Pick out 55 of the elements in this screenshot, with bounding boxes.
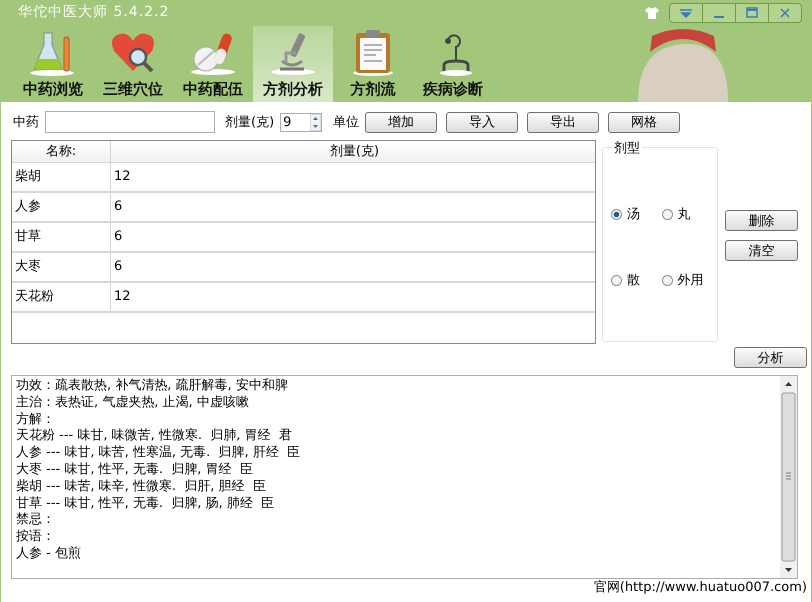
column-header: 剂量(克) xyxy=(328,143,380,161)
result-line: 人参 --- 味甘, 味苦, 性寒温, 无毒. 归脾, 肝经 臣 xyxy=(16,445,302,462)
table-cell-text: 12 xyxy=(113,168,132,186)
table-cell: 天花粉 xyxy=(12,283,111,311)
result-line: 主治：表热证, 气虚夹热, 止渴, 中虚咳嗽 xyxy=(16,394,250,412)
table-cell-text: 6 xyxy=(113,228,124,246)
table-cell-text: 6 xyxy=(113,198,124,216)
dose-label: 剂量(克) xyxy=(225,114,274,131)
table-cell-text: 6 xyxy=(113,258,124,276)
radio-button[interactable] xyxy=(662,274,672,286)
result-line: 甘草 --- 味甘, 性平, 无毒. 归脾, 肠, 肺经 臣 xyxy=(16,496,276,512)
result-line: 按语： xyxy=(16,529,56,546)
table-cell: 柴胡 xyxy=(12,163,111,191)
table-cell: 人参 xyxy=(12,193,111,221)
nav-tab[interactable]: 中药配伍 xyxy=(173,26,253,102)
column-header: 名称: xyxy=(12,141,111,162)
toolbar-button[interactable]: 导入 xyxy=(446,112,518,132)
nav-tab[interactable]: 方剂分析 xyxy=(253,26,333,102)
shirt-icon[interactable] xyxy=(645,7,659,19)
window-title: 华佗中医大师 5.4.2.2 xyxy=(18,3,170,21)
radio-label: 汤 xyxy=(627,206,640,223)
analyze-button[interactable]: 分析 xyxy=(734,347,807,368)
website-link[interactable]: 官网(http://www.huatuo007.com) xyxy=(11,579,807,597)
result-line: 方解： xyxy=(16,412,56,428)
result-line: 人参 - 包煎 xyxy=(16,546,82,563)
result-text-area[interactable] xyxy=(11,375,798,579)
result-line: 功效：疏表散热, 补气清热, 疏肝解毒, 安中和脾 xyxy=(16,378,289,395)
result-line: 大枣 --- 味甘, 性平, 无毒. 归脾, 胃经 臣 xyxy=(16,462,254,479)
radio-button[interactable] xyxy=(662,208,672,220)
result-line: 禁忌： xyxy=(16,512,56,530)
table-cell: 甘草 xyxy=(12,223,111,251)
radio-label: 丸 xyxy=(678,206,690,223)
side-button[interactable]: 删除 xyxy=(725,210,798,231)
radio-button[interactable] xyxy=(611,274,622,286)
nav-tab[interactable]: 方剂流 xyxy=(333,26,413,102)
nav-tab[interactable]: 疾病诊断 xyxy=(413,26,493,102)
result-line: 柴胡 --- 味苦, 味辛, 性微寒. 归肝, 胆经 臣 xyxy=(16,478,267,496)
group-title: 剂型 xyxy=(612,139,642,157)
unit-label: 单位 xyxy=(333,114,360,131)
radio-label: 外用 xyxy=(678,272,704,289)
herb-label: 中药 xyxy=(13,114,39,131)
scrollbar[interactable] xyxy=(780,376,797,578)
dose-spinner[interactable]: 9 xyxy=(280,112,322,132)
side-button[interactable]: 清空 xyxy=(725,240,798,261)
nav-tab[interactable]: 三维穴位 xyxy=(93,26,173,102)
nav-tab[interactable]: 中药浏览 xyxy=(13,26,93,102)
result-line: 天花粉 --- 味甘, 味微苦, 性微寒. 归肺, 胃经 君 xyxy=(16,428,293,445)
herb-input-field[interactable] xyxy=(45,111,215,133)
radio-label: 散 xyxy=(627,272,640,289)
radio-button[interactable] xyxy=(611,208,622,220)
toolbar-button[interactable]: 增加 xyxy=(365,112,438,132)
table-cell-text: 12 xyxy=(113,288,132,306)
toolbar-button[interactable]: 导出 xyxy=(527,112,600,132)
toolbar-button[interactable]: 网格 xyxy=(608,112,680,132)
table-cell: 大枣 xyxy=(12,253,111,281)
